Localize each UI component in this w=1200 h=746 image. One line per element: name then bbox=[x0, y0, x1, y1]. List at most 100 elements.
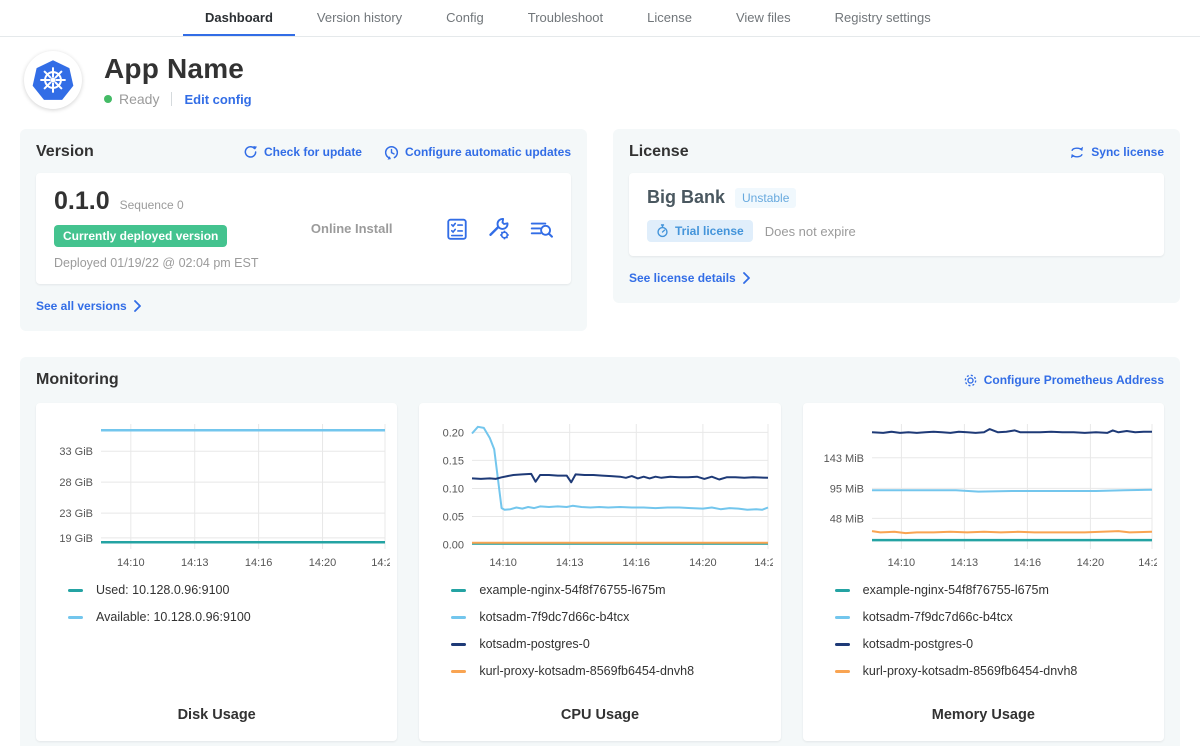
legend-item: kurl-proxy-kotsadm-8569fb6454-dnvh8 bbox=[835, 664, 1160, 678]
cards-row: Version Check for update Configure au bbox=[20, 129, 1180, 331]
sync-icon bbox=[1069, 145, 1085, 160]
svg-text:14:23: 14:23 bbox=[371, 557, 390, 569]
svg-text:143 MiB: 143 MiB bbox=[823, 453, 863, 465]
license-card-title: License bbox=[629, 143, 689, 161]
see-license-details-link[interactable]: See license details bbox=[629, 271, 751, 285]
legend-color-dash bbox=[451, 589, 466, 592]
chart-panel-disk-usage: 14:1014:1314:1614:2014:2333 GiB28 GiB23 … bbox=[36, 403, 397, 741]
nav-tabs: DashboardVersion historyConfigTroublesho… bbox=[183, 0, 953, 36]
memory-usage-legend: example-nginx-54f8f76755-l675mkotsadm-7f… bbox=[835, 583, 1160, 691]
legend-label: kotsadm-7f9dc7d66c-b4tcx bbox=[479, 610, 629, 624]
memory-usage-chart-title: Memory Usage bbox=[807, 707, 1160, 723]
sequence-label: Sequence 0 bbox=[120, 198, 184, 212]
check-for-update-button[interactable]: Check for update bbox=[243, 145, 362, 160]
gear-icon bbox=[963, 373, 978, 388]
current-version-panel: 0.1.0 Sequence 0 Currently deployed vers… bbox=[36, 173, 571, 284]
tab-troubleshoot[interactable]: Troubleshoot bbox=[506, 0, 625, 36]
divider bbox=[171, 92, 172, 106]
configure-automatic-updates-button[interactable]: Configure automatic updates bbox=[384, 145, 571, 160]
svg-text:19 GiB: 19 GiB bbox=[60, 533, 94, 545]
svg-text:28 GiB: 28 GiB bbox=[60, 477, 94, 489]
chart-panel-memory-usage: 14:1014:1314:1614:2014:23143 MiB95 MiB48… bbox=[803, 403, 1164, 741]
legend-item: kotsadm-7f9dc7d66c-b4tcx bbox=[835, 610, 1160, 624]
svg-text:48 MiB: 48 MiB bbox=[830, 513, 864, 525]
version-number: 0.1.0 bbox=[54, 187, 110, 216]
cpu-usage-chart-title: CPU Usage bbox=[423, 707, 776, 723]
legend-item: Used: 10.128.0.96:9100 bbox=[68, 583, 393, 597]
legend-item: example-nginx-54f8f76755-l675m bbox=[451, 583, 776, 597]
svg-text:0.10: 0.10 bbox=[443, 483, 464, 495]
page-title: App Name bbox=[104, 53, 252, 85]
preflight-checks-icon[interactable] bbox=[445, 217, 469, 241]
deployed-timestamp: Deployed 01/19/22 @ 02:04 pm EST bbox=[54, 256, 258, 270]
legend-item: kurl-proxy-kotsadm-8569fb6454-dnvh8 bbox=[451, 664, 776, 678]
edit-config-link[interactable]: Edit config bbox=[184, 92, 251, 107]
legend-label: Available: 10.128.0.96:9100 bbox=[96, 610, 251, 624]
legend-label: kotsadm-postgres-0 bbox=[479, 637, 589, 651]
legend-color-dash bbox=[835, 616, 850, 619]
tab-license[interactable]: License bbox=[625, 0, 714, 36]
tab-view-files[interactable]: View files bbox=[714, 0, 813, 36]
svg-text:14:20: 14:20 bbox=[309, 557, 337, 569]
configure-prometheus-button[interactable]: Configure Prometheus Address bbox=[963, 373, 1164, 388]
see-all-versions-link[interactable]: See all versions bbox=[36, 299, 142, 313]
tab-dashboard[interactable]: Dashboard bbox=[183, 0, 295, 36]
legend-item: kotsadm-postgres-0 bbox=[835, 637, 1160, 651]
svg-text:14:20: 14:20 bbox=[1076, 557, 1104, 569]
svg-text:95 MiB: 95 MiB bbox=[830, 483, 864, 495]
app-header-text: App Name Ready Edit config bbox=[104, 53, 252, 107]
stopwatch-icon bbox=[656, 224, 669, 238]
legend-color-dash bbox=[68, 589, 83, 592]
cpu-usage-legend: example-nginx-54f8f76755-l675m kotsadm-7f… bbox=[451, 583, 776, 691]
svg-text:14:16: 14:16 bbox=[623, 557, 651, 569]
version-actions bbox=[445, 217, 553, 241]
clock-refresh-icon bbox=[384, 145, 399, 160]
monitoring-card: Monitoring Configure Prometheus Address … bbox=[20, 357, 1180, 746]
deploy-logs-icon[interactable] bbox=[529, 217, 553, 241]
kubernetes-icon bbox=[31, 58, 75, 102]
svg-text:14:10: 14:10 bbox=[490, 557, 518, 569]
chart-panel-cpu-usage: 14:10 14:13 14:16 14:20 14:23 0.20 0.15 0.10 0.0… bbox=[419, 403, 780, 741]
install-type-label: Online Install bbox=[311, 221, 393, 236]
license-panel: Big Bank Unstable Trial license Does not… bbox=[629, 173, 1164, 256]
top-nav: DashboardVersion historyConfigTroublesho… bbox=[0, 0, 1200, 37]
version-card: Version Check for update Configure au bbox=[20, 129, 587, 331]
license-card: License Sync license Big Bank Unstable bbox=[613, 129, 1180, 303]
tab-registry-settings[interactable]: Registry settings bbox=[813, 0, 953, 36]
app-logo bbox=[24, 51, 82, 109]
svg-text:14:10: 14:10 bbox=[117, 557, 145, 569]
svg-text:0.15: 0.15 bbox=[443, 455, 464, 467]
svg-text:14:13: 14:13 bbox=[181, 557, 209, 569]
cpu-usage-plot: 14:10 14:13 14:16 14:20 14:23 0.20 0.15 0.10 0.0… bbox=[426, 415, 773, 573]
status-text: Ready bbox=[119, 91, 159, 107]
disk-usage-chart-title: Disk Usage bbox=[40, 707, 393, 723]
legend-label: kotsadm-7f9dc7d66c-b4tcx bbox=[863, 610, 1013, 624]
refresh-icon bbox=[243, 145, 258, 160]
app-header: App Name Ready Edit config bbox=[0, 37, 1200, 115]
monitoring-title: Monitoring bbox=[36, 371, 119, 389]
legend-color-dash bbox=[835, 589, 850, 592]
svg-text:14:20: 14:20 bbox=[690, 557, 718, 569]
license-expiry: Does not expire bbox=[765, 224, 856, 239]
svg-text:14:13: 14:13 bbox=[556, 557, 584, 569]
legend-item: Available: 10.128.0.96:9100 bbox=[68, 610, 393, 624]
legend-item: kotsadm-postgres-0 bbox=[451, 637, 776, 651]
tab-config[interactable]: Config bbox=[424, 0, 506, 36]
tab-version-history[interactable]: Version history bbox=[295, 0, 424, 36]
legend-color-dash bbox=[68, 616, 83, 619]
chevron-right-icon bbox=[742, 272, 751, 284]
version-card-title: Version bbox=[36, 143, 94, 161]
svg-text:14:23: 14:23 bbox=[755, 557, 774, 569]
svg-text:33 GiB: 33 GiB bbox=[60, 446, 94, 458]
svg-text:14:16: 14:16 bbox=[245, 557, 273, 569]
sync-license-button[interactable]: Sync license bbox=[1069, 145, 1164, 160]
legend-label: kurl-proxy-kotsadm-8569fb6454-dnvh8 bbox=[863, 664, 1078, 678]
svg-text:0.20: 0.20 bbox=[443, 427, 464, 439]
version-info: 0.1.0 Sequence 0 Currently deployed vers… bbox=[54, 187, 258, 270]
deployed-status-badge: Currently deployed version bbox=[54, 225, 227, 247]
config-wrench-icon[interactable] bbox=[487, 217, 511, 241]
legend-label: Used: 10.128.0.96:9100 bbox=[96, 583, 229, 597]
legend-color-dash bbox=[451, 670, 466, 673]
svg-text:0.05: 0.05 bbox=[443, 511, 464, 523]
legend-color-dash bbox=[835, 643, 850, 646]
